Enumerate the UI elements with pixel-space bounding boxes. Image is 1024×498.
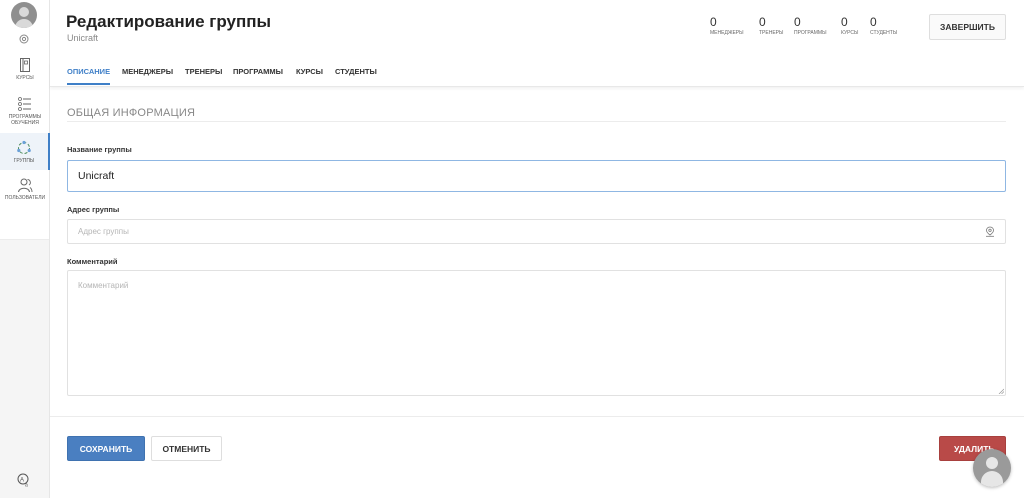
finish-button[interactable]: ЗАВЕРШИТЬ [929,14,1006,40]
sidebar: Курсы Программы обучения Группы [0,0,50,498]
svg-text:A: A [20,478,24,484]
stat-caption: Курсы [841,30,859,36]
stat-value: 0 [710,15,717,29]
stat-value: 0 [759,15,766,29]
courses-icon [20,58,30,72]
sidebar-item-users[interactable]: Пользователи [0,177,50,201]
sidebar-item-label: Группы [13,158,35,164]
group-address-input[interactable] [67,219,1006,244]
comment-textarea[interactable] [67,270,1006,396]
users-icon [18,178,33,193]
sidebar-item-groups[interactable]: Группы [0,133,50,170]
support-chat-icon[interactable] [973,449,1011,487]
stat-courses: 0 Курсы [841,15,858,36]
groups-icon [17,140,31,154]
section-title: ОБЩАЯ ИНФОРМАЦИЯ [67,107,196,119]
stat-caption: Тренеры [759,30,784,36]
sidebar-item-programs[interactable]: Программы обучения [0,96,50,126]
stat-trainers: 0 Тренеры [759,15,783,36]
tab-managers[interactable]: Менеджеры [122,67,173,76]
resize-grip-icon[interactable] [998,388,1004,394]
sidebar-item-label: Курсы [16,75,34,81]
sidebar-item-courses[interactable]: Курсы [0,57,50,81]
stat-caption: Менеджеры [710,30,744,36]
group-name-label: Название группы [67,145,132,154]
sidebar-item-label: Программы обучения [8,114,42,126]
tab-trainers[interactable]: Тренеры [185,67,222,76]
sidebar-panel: Курсы Программы обучения Группы [0,0,50,240]
page-title: Редактирование группы [66,12,271,31]
svg-text:a: a [25,483,28,488]
save-button[interactable]: СОХРАНИТЬ [67,436,145,461]
sidebar-item-label: Пользователи [4,195,46,201]
location-pin-icon[interactable] [985,226,995,237]
stat-programs: 0 Программы [794,15,827,36]
tab-students[interactable]: Студенты [335,67,377,76]
footer-divider [50,416,1024,417]
stat-value: 0 [841,15,848,29]
gear-icon[interactable] [18,33,30,45]
tab-courses[interactable]: Курсы [296,67,323,76]
programs-icon [18,97,31,111]
tab-programs[interactable]: Программы [233,67,283,76]
tab-description[interactable]: Описание [67,67,111,85]
translate-icon[interactable]: A a [17,473,31,487]
stat-caption: Программы [794,30,827,36]
stat-value: 0 [794,15,801,29]
cancel-button[interactable]: ОТМЕНИТЬ [151,436,222,461]
comment-label: Комментарий [67,257,118,266]
stat-students: 0 Студенты [870,15,897,36]
page-subtitle: Unicraft [67,33,99,43]
group-name-input[interactable] [67,160,1006,192]
stat-caption: Студенты [870,30,898,36]
group-address-label: Адрес группы [67,205,120,214]
stat-managers: 0 Менеджеры [710,15,744,36]
stat-value: 0 [870,15,877,29]
user-avatar[interactable] [11,2,37,28]
tab-bar: Описание Менеджеры Тренеры Программы Кур… [50,62,1024,87]
section-divider [67,121,1006,122]
